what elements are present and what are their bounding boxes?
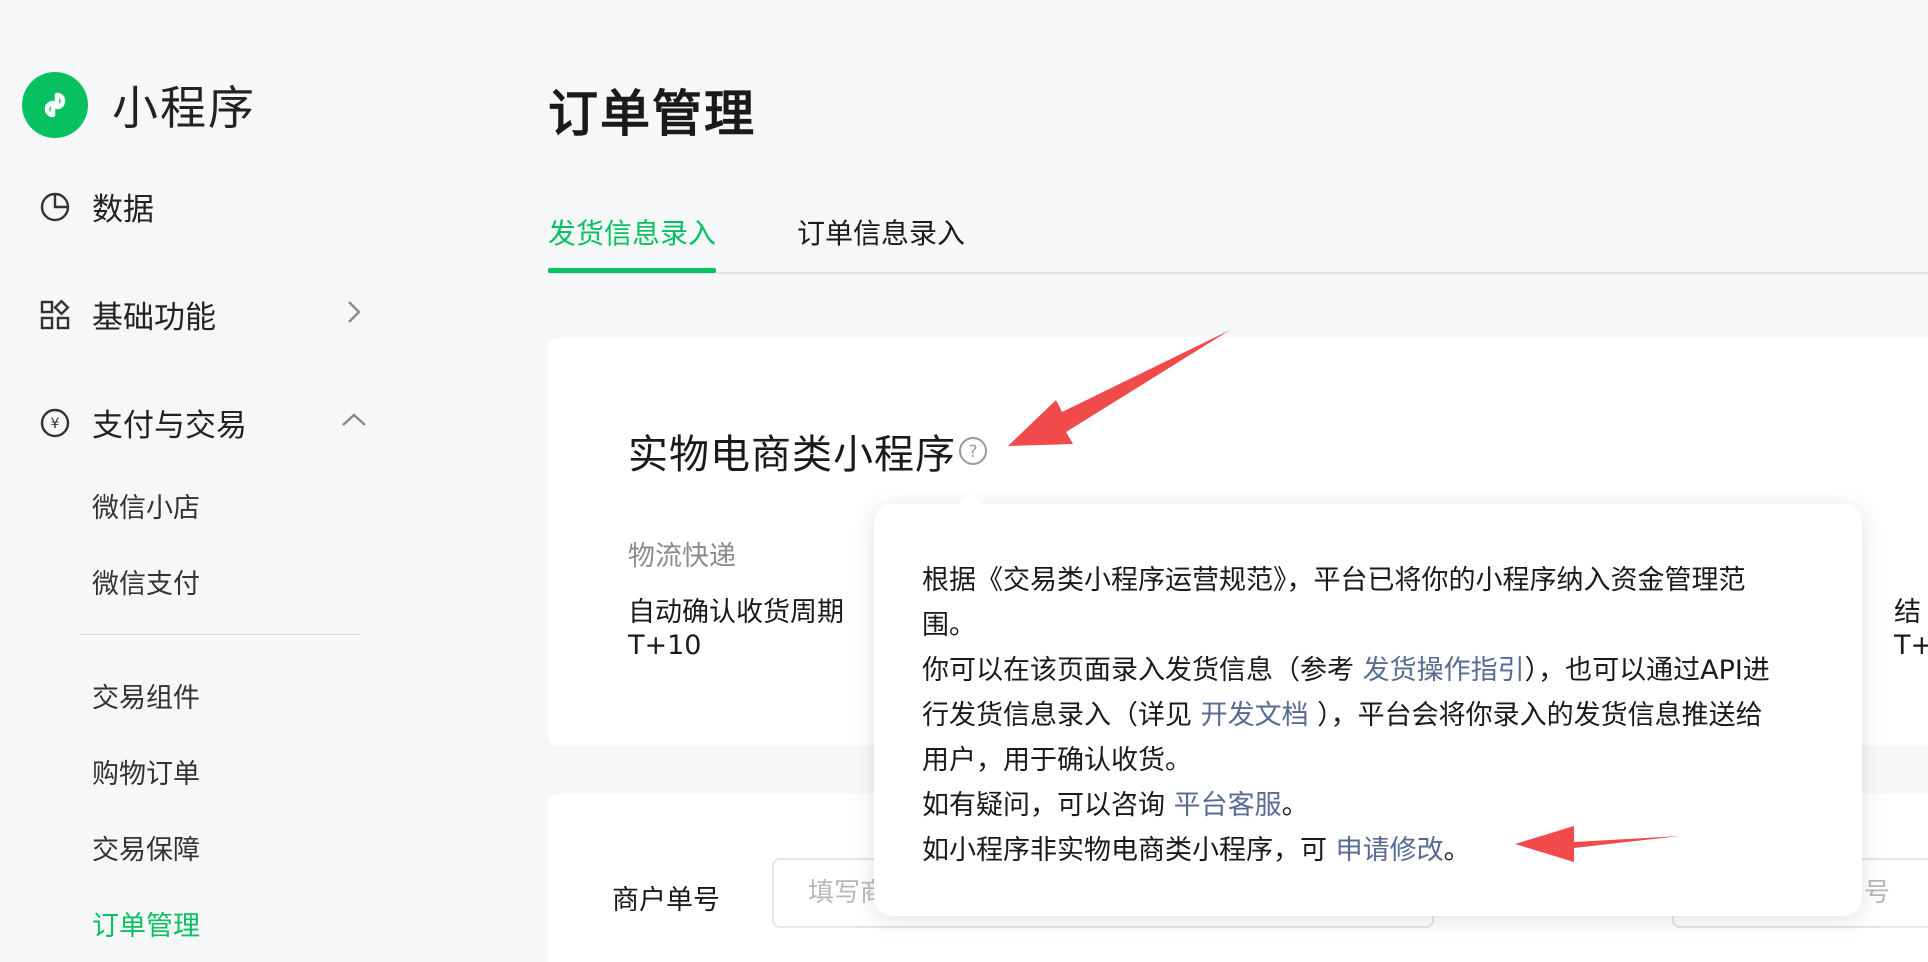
dev-docs-link[interactable]: 开发文档 [1201,700,1309,731]
tabs-divider [548,272,1928,274]
active-tab-indicator [548,268,716,273]
chevron-right-icon[interactable] [340,298,368,326]
popover-text: 如有疑问，可以咨询 [922,790,1174,821]
sidebar-divider [80,634,360,635]
popover-text-line: 根据《交易类小程序运营规范》，平台已将你的小程序纳入资金管理范 [922,565,1746,596]
shipping-guide-link[interactable]: 发货操作指引 [1363,655,1525,686]
sidebar-sub-item-trade-component[interactable]: 交易组件 [92,676,200,715]
svg-text:?: ? [968,442,977,462]
sidebar-sub-item-order-management[interactable]: 订单管理 [92,904,200,943]
svg-text:¥: ¥ [51,416,60,432]
popover-text: ），也可以通过API进 [1524,655,1770,686]
popover-text-line: 如有疑问，可以咨询 平台客服。 [922,783,1309,822]
mini-program-logo-icon [22,72,88,138]
tab-shipping-info-entry[interactable]: 发货信息录入 [548,212,716,252]
sidebar-sub-item-shopping-orders[interactable]: 购物订单 [92,752,200,791]
popover-text-line: 围。 [922,610,976,641]
popover-arrow [957,492,985,506]
app-name: 小程序 [112,81,256,135]
auto-confirm-label: 自动确认收货周期 [628,597,844,628]
merchant-order-label: 商户单号 [612,885,720,916]
popover-text: ），平台会将你录入的发货信息推送给 [1308,700,1763,731]
popover-text-line: 你可以在该页面录入发货信息（参考 发货操作指引），也可以通过API进 [922,648,1770,687]
sidebar-sub-item-trade-guarantee[interactable]: 交易保障 [92,828,200,867]
tab-order-info-entry[interactable]: 订单信息录入 [797,212,965,252]
sidebar-item-payment-trade[interactable]: ¥ 支付与交易 [38,400,247,445]
sidebar-item-label: 支付与交易 [92,408,247,444]
sidebar-sub-item-wechat-pay[interactable]: 微信支付 [92,562,200,601]
popover-text: 。 [1281,790,1309,821]
sidebar-sub-item-wechat-store[interactable]: 微信小店 [92,486,200,525]
yuan-circle-icon: ¥ [38,406,72,440]
auto-confirm-value: T+10 [628,630,702,661]
sidebar-item-label: 基础功能 [92,300,216,336]
apply-modify-link[interactable]: 申请修改 [1336,835,1444,866]
popover-text: 行发货信息录入（详见 [922,700,1201,731]
section-title: 实物电商类小程序 [628,432,956,478]
sidebar-item-label: 数据 [92,192,154,228]
platform-support-link[interactable]: 平台客服 [1174,790,1282,821]
app-logo[interactable]: 小程序 [22,72,256,138]
sidebar-item-data[interactable]: 数据 [38,184,154,229]
popover-text: 。 [1443,835,1471,866]
pie-chart-icon [38,190,72,224]
help-icon[interactable]: ? [957,435,989,467]
page-title: 订单管理 [548,85,756,143]
right-field-value-fragment: T+ [1894,630,1928,661]
logistics-label: 物流快递 [628,541,736,572]
popover-text: 如小程序非实物电商类小程序，可 [922,835,1336,866]
grid-icon [38,298,72,332]
popover-text-line: 如小程序非实物电商类小程序，可 申请修改。 [922,828,1471,867]
sidebar-item-basic-functions[interactable]: 基础功能 [38,292,216,337]
app-root: 小程序 数据 基础功能 ¥ 支付与交易 微信小店 微信支付 交易组件 购物订单 … [0,0,1928,962]
popover-text-line: 行发货信息录入（详见 开发文档 ），平台会将你录入的发货信息推送给 [922,693,1763,732]
popover-text-line: 用户，用于确认收货。 [922,745,1192,776]
right-field-label-fragment: 结 [1894,597,1921,628]
popover-text: 你可以在该页面录入发货信息（参考 [922,655,1363,686]
chevron-up-icon[interactable] [340,406,368,434]
